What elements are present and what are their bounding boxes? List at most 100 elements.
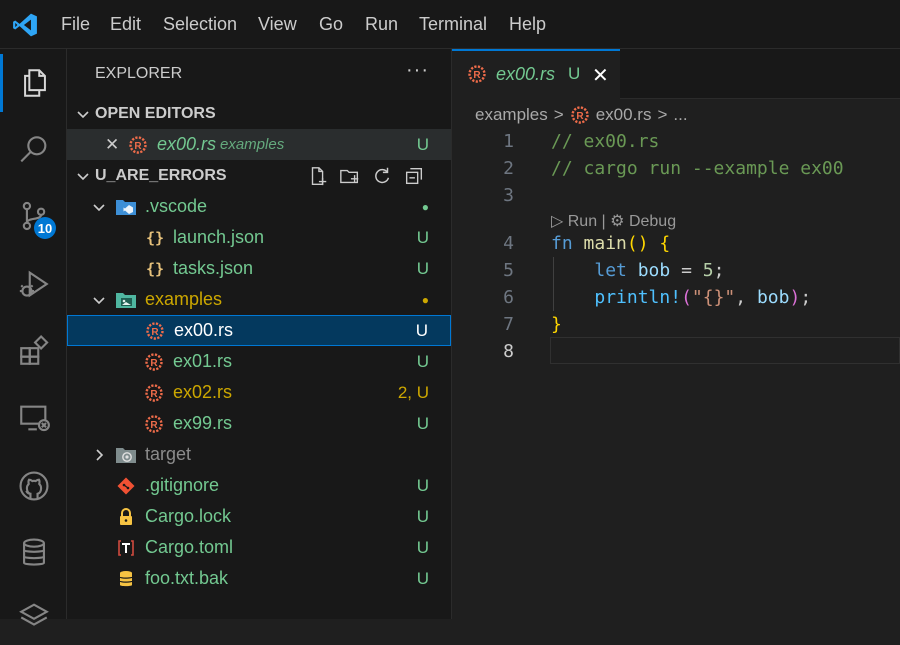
- code-line-1[interactable]: // ex00.rs: [551, 131, 659, 152]
- tree-item-label: ex01.rs: [173, 351, 233, 371]
- chevron-down-icon: [77, 110, 89, 118]
- chevron-down-icon: [93, 203, 105, 211]
- activity-source-control[interactable]: 10: [0, 187, 67, 245]
- activity-run-debug[interactable]: [0, 255, 67, 313]
- toml-file-icon: [115, 537, 137, 559]
- vscode-folder-icon: [115, 196, 137, 218]
- tab-ex00[interactable]: R ex00.rs U ✕: [452, 49, 620, 99]
- breadcrumb-symbols[interactable]: ...: [673, 105, 687, 125]
- tree-item-launch-json[interactable]: {} launch.json U: [67, 222, 451, 253]
- token-macro: println!: [594, 287, 682, 308]
- github-icon: [18, 471, 49, 501]
- tree-item-ex99[interactable]: R ex99.rs U: [67, 408, 451, 439]
- activity-remote-explorer[interactable]: [0, 389, 67, 447]
- activity-explorer[interactable]: [0, 54, 67, 112]
- rust-file-icon: R: [127, 134, 149, 156]
- tree-item-examples[interactable]: examples ●: [67, 284, 451, 315]
- rust-file-icon: R: [143, 413, 165, 435]
- refresh-icon[interactable]: [371, 165, 393, 187]
- more-actions-icon[interactable]: ···: [406, 59, 429, 82]
- tree-item-cargo-lock[interactable]: Cargo.lock U: [67, 501, 451, 532]
- line-number: 1: [503, 131, 514, 152]
- git-status: U: [416, 258, 429, 278]
- activity-layers[interactable]: [0, 587, 67, 645]
- line-number: 7: [503, 314, 514, 335]
- vscode-logo-icon: [13, 13, 37, 37]
- open-editor-item[interactable]: ✕ R ex00.rs examples U: [67, 129, 451, 160]
- menu-go[interactable]: Go: [319, 14, 343, 35]
- token-string: "{}": [691, 287, 736, 308]
- code-line-2[interactable]: // cargo run --example ex00: [551, 158, 844, 179]
- code-line-7[interactable]: }: [551, 314, 562, 335]
- activity-database[interactable]: [0, 524, 67, 582]
- token-function: main: [583, 233, 627, 254]
- breadcrumb-separator: >: [553, 105, 564, 124]
- tree-item-cargo-toml[interactable]: Cargo.toml U: [67, 532, 451, 563]
- menu-terminal[interactable]: Terminal: [419, 14, 487, 35]
- activity-search[interactable]: [0, 121, 67, 179]
- rust-file-icon: R: [467, 64, 487, 89]
- code-line-5[interactable]: let bob = 5;: [551, 260, 724, 281]
- tree-item-vscode[interactable]: .vscode ●: [67, 191, 451, 222]
- git-status: 2, U: [397, 382, 429, 402]
- line-number: 5: [503, 260, 514, 281]
- breadcrumb: examples > R ex00.rs > ...: [475, 105, 688, 125]
- token-keyword: fn: [551, 233, 573, 254]
- code-line-6[interactable]: println!("{}", bob);: [551, 287, 811, 308]
- remote-explorer-icon: [19, 405, 50, 432]
- breadcrumb-file[interactable]: ex00.rs: [596, 105, 652, 125]
- token-semicolon: ;: [713, 260, 725, 281]
- git-status-dot: ●: [421, 292, 429, 307]
- codelens-run-debug[interactable]: ▷ Run | ⚙ Debug: [551, 211, 676, 231]
- token-operator: =: [670, 260, 703, 281]
- title-bar: File Edit Selection View Go Run Terminal…: [0, 0, 900, 49]
- search-icon: [19, 136, 46, 163]
- menu-run[interactable]: Run: [365, 14, 398, 35]
- collapse-all-icon[interactable]: [403, 165, 425, 187]
- token-brace: {: [659, 233, 671, 254]
- tree-item-label: ex00.rs: [174, 320, 234, 340]
- rust-file-icon: R: [143, 382, 165, 404]
- menu-file[interactable]: File: [61, 14, 90, 35]
- token-variable: bob: [756, 287, 790, 308]
- token-keyword: let: [594, 260, 627, 281]
- menu-selection[interactable]: Selection: [163, 14, 237, 35]
- project-header[interactable]: U_ARE_ERRORS: [67, 160, 451, 191]
- tree-item-foo-bak[interactable]: foo.txt.bak U: [67, 563, 451, 594]
- tree-item-ex02[interactable]: R ex02.rs 2, U: [67, 377, 451, 408]
- menu-help[interactable]: Help: [509, 14, 546, 35]
- tree-item-label: ex99.rs: [173, 413, 233, 433]
- explorer-panel: EXPLORER ··· OPEN EDITORS ✕ R ex00.rs ex…: [67, 49, 452, 619]
- tab-close-icon[interactable]: ✕: [592, 63, 609, 88]
- tree-item-target[interactable]: target: [67, 439, 451, 470]
- tree-item-label: tasks.json: [173, 258, 254, 278]
- rust-file-icon: R: [143, 351, 165, 373]
- tree-item-tasks-json[interactable]: {} tasks.json U: [67, 253, 451, 284]
- tree-item-label: examples: [145, 289, 223, 309]
- tree-item-ex01[interactable]: R ex01.rs U: [67, 346, 451, 377]
- menu-edit[interactable]: Edit: [110, 14, 141, 35]
- tree-item-label: .gitignore: [145, 475, 220, 495]
- git-status: U: [416, 413, 429, 433]
- git-status-dot: ●: [421, 199, 429, 214]
- tab-label: ex00.rs: [496, 64, 556, 84]
- token-semicolon: ;: [800, 287, 812, 308]
- new-file-icon[interactable]: [307, 165, 329, 187]
- breadcrumb-folder[interactable]: examples: [475, 105, 548, 125]
- svg-text:R: R: [150, 389, 158, 400]
- close-icon[interactable]: ✕: [105, 135, 119, 155]
- menu-view[interactable]: View: [258, 14, 297, 35]
- line-number: 6: [503, 287, 514, 308]
- tree-item-ex00[interactable]: R ex00.rs U: [67, 315, 451, 346]
- open-editors-header[interactable]: OPEN EDITORS: [67, 98, 451, 129]
- tree-item-gitignore[interactable]: .gitignore U: [67, 470, 451, 501]
- json-file-icon: {}: [145, 259, 165, 278]
- new-folder-icon[interactable]: [339, 165, 361, 187]
- git-file-icon: [115, 475, 137, 497]
- activity-github[interactable]: [0, 457, 67, 515]
- project-label: U_ARE_ERRORS: [95, 166, 227, 184]
- explorer-title: EXPLORER: [95, 65, 183, 82]
- activity-extensions[interactable]: [0, 322, 67, 380]
- code-line-4[interactable]: fn main() {: [551, 233, 670, 254]
- tree-item-label: ex02.rs: [173, 382, 233, 402]
